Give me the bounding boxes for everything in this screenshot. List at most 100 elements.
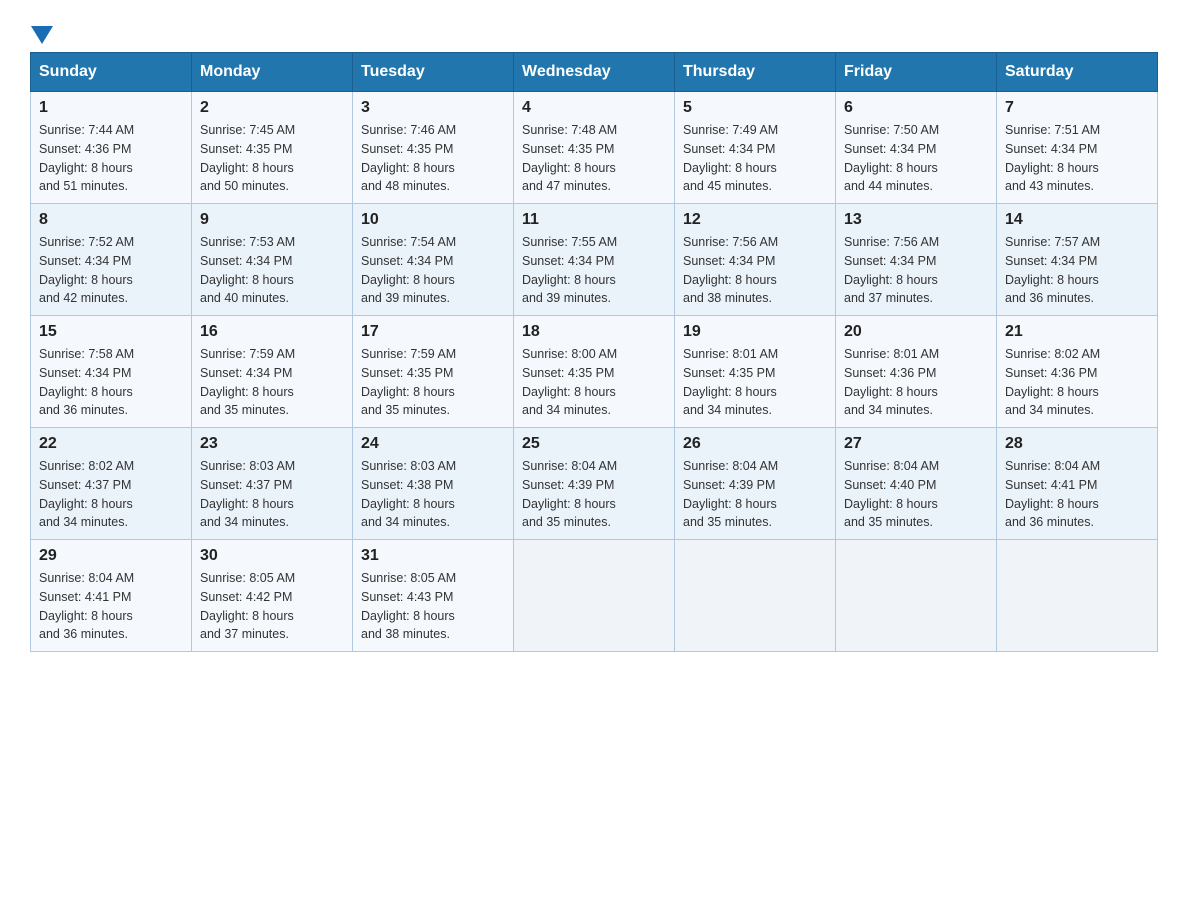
day-number: 18 bbox=[522, 323, 666, 341]
day-info: Sunrise: 7:59 AMSunset: 4:35 PMDaylight:… bbox=[361, 347, 456, 417]
day-info: Sunrise: 8:03 AMSunset: 4:37 PMDaylight:… bbox=[200, 459, 295, 529]
day-number: 2 bbox=[200, 99, 344, 117]
day-info: Sunrise: 7:45 AMSunset: 4:35 PMDaylight:… bbox=[200, 123, 295, 193]
day-cell: 25 Sunrise: 8:04 AMSunset: 4:39 PMDaylig… bbox=[514, 428, 675, 540]
day-cell: 20 Sunrise: 8:01 AMSunset: 4:36 PMDaylig… bbox=[836, 316, 997, 428]
day-cell: 3 Sunrise: 7:46 AMSunset: 4:35 PMDayligh… bbox=[353, 92, 514, 204]
day-number: 28 bbox=[1005, 435, 1149, 453]
day-info: Sunrise: 8:04 AMSunset: 4:40 PMDaylight:… bbox=[844, 459, 939, 529]
day-cell: 17 Sunrise: 7:59 AMSunset: 4:35 PMDaylig… bbox=[353, 316, 514, 428]
day-info: Sunrise: 7:49 AMSunset: 4:34 PMDaylight:… bbox=[683, 123, 778, 193]
day-cell: 21 Sunrise: 8:02 AMSunset: 4:36 PMDaylig… bbox=[997, 316, 1158, 428]
day-header-tuesday: Tuesday bbox=[353, 53, 514, 92]
day-cell: 4 Sunrise: 7:48 AMSunset: 4:35 PMDayligh… bbox=[514, 92, 675, 204]
day-header-thursday: Thursday bbox=[675, 53, 836, 92]
day-cell: 13 Sunrise: 7:56 AMSunset: 4:34 PMDaylig… bbox=[836, 204, 997, 316]
day-number: 7 bbox=[1005, 99, 1149, 117]
day-number: 3 bbox=[361, 99, 505, 117]
day-number: 8 bbox=[39, 211, 183, 229]
day-number: 29 bbox=[39, 547, 183, 565]
day-number: 22 bbox=[39, 435, 183, 453]
day-number: 10 bbox=[361, 211, 505, 229]
day-info: Sunrise: 7:58 AMSunset: 4:34 PMDaylight:… bbox=[39, 347, 134, 417]
day-number: 13 bbox=[844, 211, 988, 229]
day-info: Sunrise: 8:04 AMSunset: 4:39 PMDaylight:… bbox=[683, 459, 778, 529]
day-cell: 28 Sunrise: 8:04 AMSunset: 4:41 PMDaylig… bbox=[997, 428, 1158, 540]
logo bbox=[30, 24, 53, 42]
day-cell: 5 Sunrise: 7:49 AMSunset: 4:34 PMDayligh… bbox=[675, 92, 836, 204]
day-cell: 10 Sunrise: 7:54 AMSunset: 4:34 PMDaylig… bbox=[353, 204, 514, 316]
day-number: 17 bbox=[361, 323, 505, 341]
day-info: Sunrise: 8:01 AMSunset: 4:35 PMDaylight:… bbox=[683, 347, 778, 417]
day-cell: 15 Sunrise: 7:58 AMSunset: 4:34 PMDaylig… bbox=[31, 316, 192, 428]
day-number: 21 bbox=[1005, 323, 1149, 341]
logo-arrow-icon bbox=[31, 26, 53, 46]
day-header-wednesday: Wednesday bbox=[514, 53, 675, 92]
day-number: 16 bbox=[200, 323, 344, 341]
day-info: Sunrise: 7:48 AMSunset: 4:35 PMDaylight:… bbox=[522, 123, 617, 193]
day-cell bbox=[836, 540, 997, 652]
day-number: 12 bbox=[683, 211, 827, 229]
page-header bbox=[30, 24, 1158, 42]
day-cell: 8 Sunrise: 7:52 AMSunset: 4:34 PMDayligh… bbox=[31, 204, 192, 316]
day-info: Sunrise: 8:04 AMSunset: 4:41 PMDaylight:… bbox=[1005, 459, 1100, 529]
day-info: Sunrise: 8:02 AMSunset: 4:37 PMDaylight:… bbox=[39, 459, 134, 529]
day-number: 24 bbox=[361, 435, 505, 453]
day-number: 15 bbox=[39, 323, 183, 341]
day-cell bbox=[675, 540, 836, 652]
day-number: 25 bbox=[522, 435, 666, 453]
day-number: 1 bbox=[39, 99, 183, 117]
day-cell: 30 Sunrise: 8:05 AMSunset: 4:42 PMDaylig… bbox=[192, 540, 353, 652]
day-info: Sunrise: 7:56 AMSunset: 4:34 PMDaylight:… bbox=[844, 235, 939, 305]
day-info: Sunrise: 7:46 AMSunset: 4:35 PMDaylight:… bbox=[361, 123, 456, 193]
day-info: Sunrise: 7:57 AMSunset: 4:34 PMDaylight:… bbox=[1005, 235, 1100, 305]
day-number: 11 bbox=[522, 211, 666, 229]
day-info: Sunrise: 7:53 AMSunset: 4:34 PMDaylight:… bbox=[200, 235, 295, 305]
day-number: 9 bbox=[200, 211, 344, 229]
day-info: Sunrise: 7:59 AMSunset: 4:34 PMDaylight:… bbox=[200, 347, 295, 417]
day-info: Sunrise: 8:00 AMSunset: 4:35 PMDaylight:… bbox=[522, 347, 617, 417]
day-info: Sunrise: 7:50 AMSunset: 4:34 PMDaylight:… bbox=[844, 123, 939, 193]
day-info: Sunrise: 7:44 AMSunset: 4:36 PMDaylight:… bbox=[39, 123, 134, 193]
day-cell bbox=[514, 540, 675, 652]
week-row-5: 29 Sunrise: 8:04 AMSunset: 4:41 PMDaylig… bbox=[31, 540, 1158, 652]
week-row-1: 1 Sunrise: 7:44 AMSunset: 4:36 PMDayligh… bbox=[31, 92, 1158, 204]
day-cell: 27 Sunrise: 8:04 AMSunset: 4:40 PMDaylig… bbox=[836, 428, 997, 540]
day-cell: 1 Sunrise: 7:44 AMSunset: 4:36 PMDayligh… bbox=[31, 92, 192, 204]
day-number: 5 bbox=[683, 99, 827, 117]
day-number: 19 bbox=[683, 323, 827, 341]
day-number: 30 bbox=[200, 547, 344, 565]
day-cell: 18 Sunrise: 8:00 AMSunset: 4:35 PMDaylig… bbox=[514, 316, 675, 428]
day-info: Sunrise: 8:05 AMSunset: 4:43 PMDaylight:… bbox=[361, 571, 456, 641]
day-cell: 9 Sunrise: 7:53 AMSunset: 4:34 PMDayligh… bbox=[192, 204, 353, 316]
day-info: Sunrise: 7:56 AMSunset: 4:34 PMDaylight:… bbox=[683, 235, 778, 305]
day-cell: 22 Sunrise: 8:02 AMSunset: 4:37 PMDaylig… bbox=[31, 428, 192, 540]
day-cell: 7 Sunrise: 7:51 AMSunset: 4:34 PMDayligh… bbox=[997, 92, 1158, 204]
day-info: Sunrise: 8:04 AMSunset: 4:41 PMDaylight:… bbox=[39, 571, 134, 641]
day-cell: 29 Sunrise: 8:04 AMSunset: 4:41 PMDaylig… bbox=[31, 540, 192, 652]
day-cell: 12 Sunrise: 7:56 AMSunset: 4:34 PMDaylig… bbox=[675, 204, 836, 316]
week-row-3: 15 Sunrise: 7:58 AMSunset: 4:34 PMDaylig… bbox=[31, 316, 1158, 428]
calendar-body: 1 Sunrise: 7:44 AMSunset: 4:36 PMDayligh… bbox=[31, 92, 1158, 652]
day-number: 6 bbox=[844, 99, 988, 117]
day-cell: 19 Sunrise: 8:01 AMSunset: 4:35 PMDaylig… bbox=[675, 316, 836, 428]
day-cell: 31 Sunrise: 8:05 AMSunset: 4:43 PMDaylig… bbox=[353, 540, 514, 652]
day-cell: 11 Sunrise: 7:55 AMSunset: 4:34 PMDaylig… bbox=[514, 204, 675, 316]
day-info: Sunrise: 8:04 AMSunset: 4:39 PMDaylight:… bbox=[522, 459, 617, 529]
calendar-header: SundayMondayTuesdayWednesdayThursdayFrid… bbox=[31, 53, 1158, 92]
day-header-saturday: Saturday bbox=[997, 53, 1158, 92]
calendar-table: SundayMondayTuesdayWednesdayThursdayFrid… bbox=[30, 52, 1158, 652]
day-info: Sunrise: 8:01 AMSunset: 4:36 PMDaylight:… bbox=[844, 347, 939, 417]
day-header-friday: Friday bbox=[836, 53, 997, 92]
day-number: 31 bbox=[361, 547, 505, 565]
day-number: 4 bbox=[522, 99, 666, 117]
day-number: 27 bbox=[844, 435, 988, 453]
day-header-monday: Monday bbox=[192, 53, 353, 92]
day-info: Sunrise: 8:02 AMSunset: 4:36 PMDaylight:… bbox=[1005, 347, 1100, 417]
day-number: 26 bbox=[683, 435, 827, 453]
day-cell bbox=[997, 540, 1158, 652]
day-info: Sunrise: 7:55 AMSunset: 4:34 PMDaylight:… bbox=[522, 235, 617, 305]
day-number: 23 bbox=[200, 435, 344, 453]
day-number: 20 bbox=[844, 323, 988, 341]
header-row: SundayMondayTuesdayWednesdayThursdayFrid… bbox=[31, 53, 1158, 92]
